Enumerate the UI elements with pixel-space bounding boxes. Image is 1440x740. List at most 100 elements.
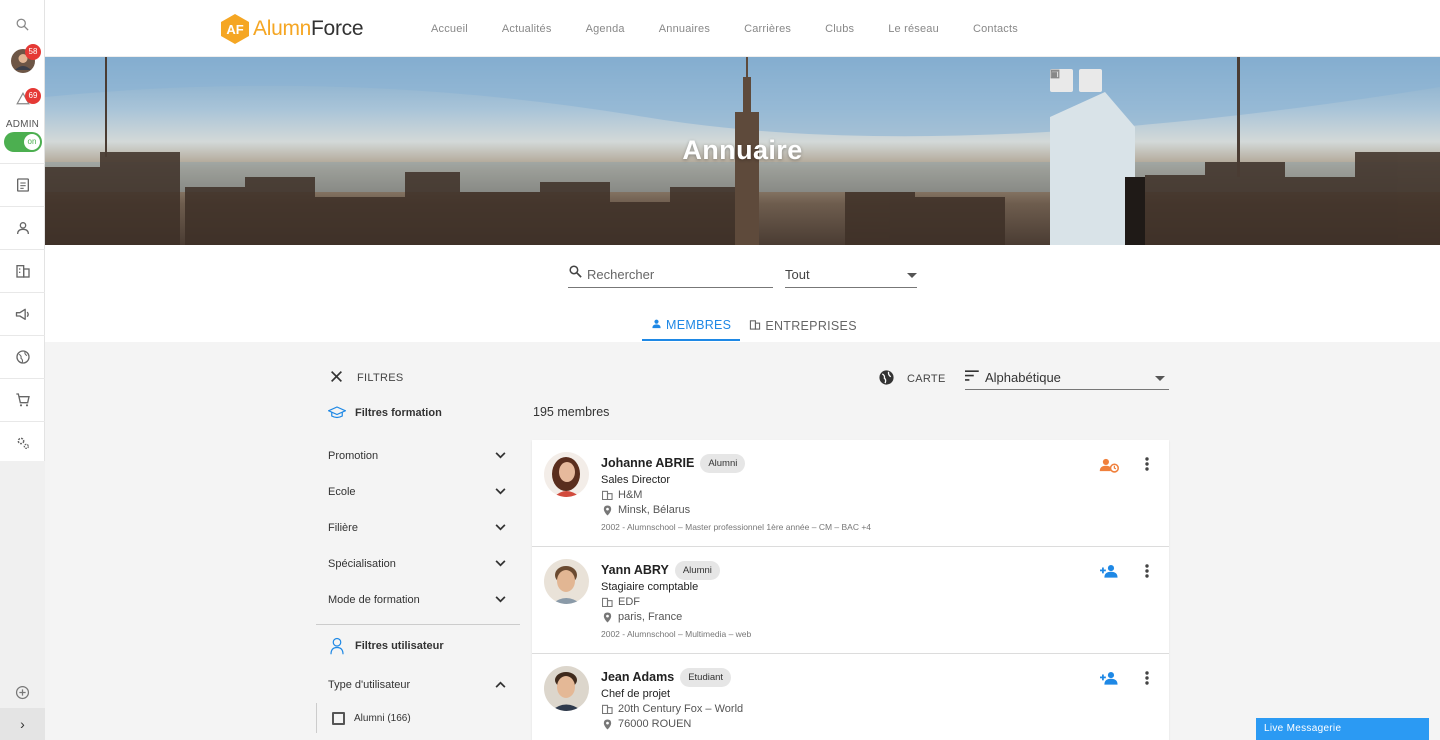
search-area: Tout MEMBRES ENTREPRISES bbox=[45, 245, 1440, 342]
user-filters-header: Filtres utilisateur bbox=[316, 633, 520, 659]
nav-agenda[interactable]: Agenda bbox=[586, 23, 625, 35]
sort-value: Alphabétique bbox=[985, 369, 1061, 385]
filter-specialisation[interactable]: Spécialisation bbox=[316, 546, 520, 582]
tab-membres-label: MEMBRES bbox=[666, 318, 732, 332]
building-icon[interactable] bbox=[0, 249, 45, 292]
member-location: paris, France bbox=[601, 611, 682, 623]
member-tag: Alumni bbox=[700, 454, 746, 473]
nav-contacts[interactable]: Contacts bbox=[973, 23, 1018, 35]
filter-promotion[interactable]: Promotion bbox=[316, 438, 520, 474]
category-select[interactable]: Tout bbox=[785, 261, 917, 288]
delete-icon[interactable] bbox=[1051, 69, 1102, 92]
filter-user-type[interactable]: Type d'utilisateur bbox=[316, 667, 520, 703]
member-job: Sales Director bbox=[601, 474, 671, 486]
more-options-icon[interactable] bbox=[1145, 671, 1149, 690]
member-company: EDF bbox=[601, 596, 640, 608]
checkbox-alumni[interactable]: Alumni (166) bbox=[316, 703, 520, 733]
map-view-button[interactable]: CARTE bbox=[878, 369, 946, 389]
svg-text:AF: AF bbox=[226, 22, 243, 37]
more-options-icon[interactable] bbox=[1145, 457, 1149, 476]
directory-tabs: MEMBRES ENTREPRISES bbox=[642, 311, 866, 341]
notifications-badge: 69 bbox=[25, 88, 41, 104]
top-navbar: AF AlumnForce Accueil Actualités Agenda … bbox=[45, 0, 1440, 57]
nav-actualites[interactable]: Actualités bbox=[502, 23, 552, 35]
filter-ecole[interactable]: Ecole bbox=[316, 474, 520, 510]
sort-select[interactable]: Alphabétique bbox=[965, 365, 1169, 390]
megaphone-icon[interactable] bbox=[0, 292, 45, 335]
member-card[interactable]: Jean Adams Etudiant Chef de projet 20th C… bbox=[532, 654, 1169, 740]
tab-entreprises[interactable]: ENTREPRISES bbox=[740, 311, 866, 341]
dropdown-arrow-icon bbox=[1155, 370, 1165, 385]
member-company: H&M bbox=[601, 489, 642, 501]
location-pin-icon bbox=[601, 718, 613, 730]
hero-actions bbox=[1050, 69, 1102, 92]
member-education: 2002 - Alumnschool – Master professionne… bbox=[601, 522, 872, 532]
document-icon[interactable] bbox=[0, 163, 45, 206]
chevron-down-icon bbox=[495, 558, 506, 570]
rail-footer: › bbox=[0, 461, 45, 740]
nav-accueil[interactable]: Accueil bbox=[431, 23, 468, 35]
person-add-icon[interactable] bbox=[1100, 564, 1119, 583]
formation-filters-header: Filtres formation bbox=[316, 400, 520, 426]
globe-icon bbox=[878, 369, 895, 389]
member-job: Chef de projet bbox=[601, 688, 671, 700]
tab-membres[interactable]: MEMBRES bbox=[642, 311, 741, 341]
toggle-knob: on bbox=[24, 134, 40, 150]
graduation-cap-icon bbox=[328, 406, 346, 420]
building-icon bbox=[601, 597, 613, 607]
member-card[interactable]: Johanne ABRIE Alumni Sales Director H&M M… bbox=[532, 440, 1169, 547]
person-icon[interactable] bbox=[0, 206, 45, 249]
search-icon bbox=[568, 264, 583, 284]
live-chat-button[interactable]: Live Messagerie bbox=[1256, 718, 1429, 740]
admin-label: ADMIN bbox=[5, 119, 40, 130]
filter-mode-formation[interactable]: Mode de formation bbox=[316, 582, 520, 618]
chevron-down-icon bbox=[495, 594, 506, 606]
add-circle-icon[interactable] bbox=[15, 685, 30, 705]
logo-wordmark: AlumnForce bbox=[253, 17, 364, 40]
chevron-right-icon: › bbox=[20, 716, 25, 732]
category-select-value: Tout bbox=[785, 266, 810, 282]
member-tag: Etudiant bbox=[680, 668, 732, 687]
expand-rail-button[interactable]: › bbox=[0, 708, 45, 740]
filters-toggle[interactable]: FILTRES bbox=[330, 370, 404, 386]
member-name[interactable]: Jean Adams Etudiant bbox=[601, 668, 732, 687]
admin-toggle[interactable]: on bbox=[4, 132, 42, 152]
left-rail: 58 69 ADMIN on › bbox=[0, 0, 45, 740]
person-pending-icon[interactable] bbox=[1099, 457, 1119, 478]
filter-filiere[interactable]: Filière bbox=[316, 510, 520, 546]
search-field bbox=[568, 261, 773, 288]
map-label: CARTE bbox=[907, 373, 946, 385]
settings-icon[interactable] bbox=[0, 421, 45, 464]
logo-mark-icon: AF bbox=[221, 14, 249, 44]
globe-icon[interactable] bbox=[0, 335, 45, 378]
search-icon[interactable] bbox=[0, 14, 45, 34]
building-icon bbox=[601, 704, 613, 714]
member-card[interactable]: Yann ABRY Alumni Stagiaire comptable EDF … bbox=[532, 547, 1169, 654]
messages-badge: 58 bbox=[25, 44, 41, 60]
avatar[interactable] bbox=[544, 559, 589, 604]
dropdown-arrow-icon bbox=[907, 267, 917, 282]
member-name[interactable]: Yann ABRY Alumni bbox=[601, 561, 720, 580]
close-icon bbox=[330, 370, 343, 386]
more-options-icon[interactable] bbox=[1145, 564, 1149, 583]
avatar[interactable] bbox=[544, 666, 589, 711]
nav-le-reseau[interactable]: Le réseau bbox=[888, 23, 939, 35]
nav-annuaires[interactable]: Annuaires bbox=[659, 23, 710, 35]
person-icon bbox=[651, 318, 662, 332]
nav-carrieres[interactable]: Carrières bbox=[744, 23, 791, 35]
page-title: Annuaire bbox=[682, 135, 803, 165]
location-pin-icon bbox=[601, 611, 613, 623]
results-count: 195 membres bbox=[533, 405, 610, 419]
checkbox[interactable] bbox=[332, 711, 345, 725]
member-name[interactable]: Johanne ABRIE Alumni bbox=[601, 454, 746, 473]
cart-icon[interactable] bbox=[0, 378, 45, 421]
main-navigation: Accueil Actualités Agenda Annuaires Carr… bbox=[431, 23, 1052, 35]
search-input[interactable] bbox=[587, 266, 757, 282]
building-icon bbox=[601, 490, 613, 500]
person-add-icon[interactable] bbox=[1100, 671, 1119, 690]
avatar[interactable] bbox=[544, 452, 589, 497]
member-job: Stagiaire comptable bbox=[601, 581, 699, 593]
alumnforce-logo[interactable]: AF AlumnForce bbox=[219, 13, 364, 45]
chevron-up-icon bbox=[495, 679, 506, 691]
nav-clubs[interactable]: Clubs bbox=[825, 23, 854, 35]
